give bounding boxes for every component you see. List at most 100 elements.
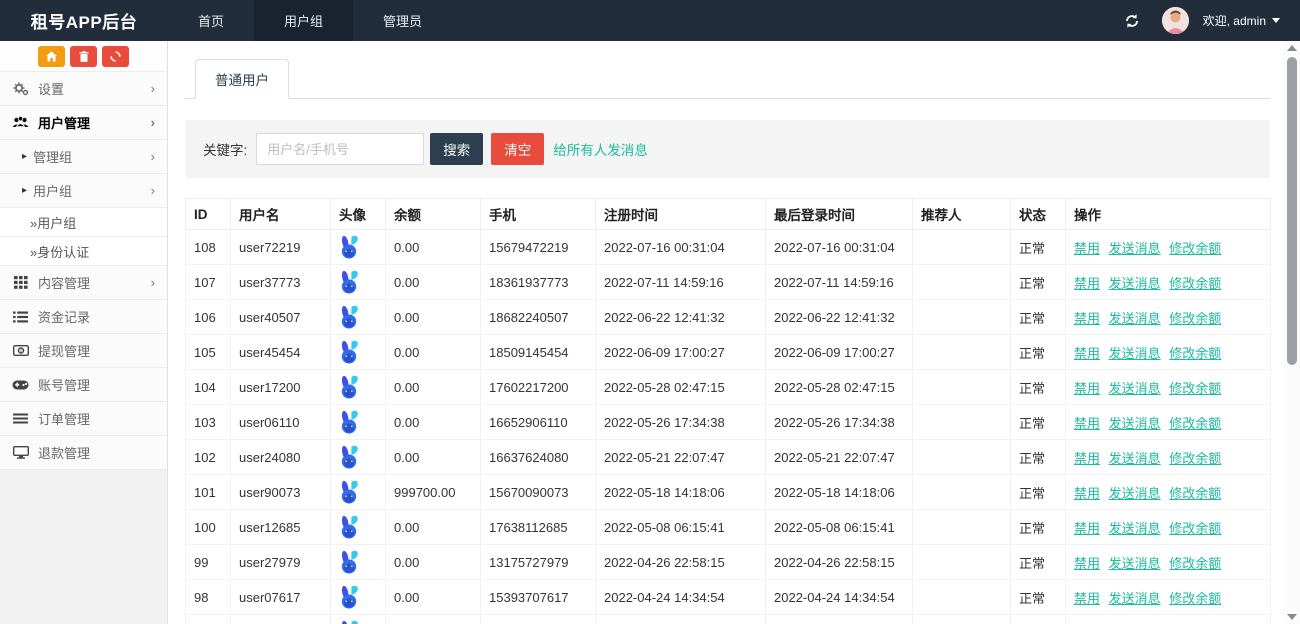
cell-last-login: 2022-05-08 06:15:41 — [766, 510, 913, 545]
sidebar-item-user-group[interactable]: ▸ 用户组 › — [0, 174, 167, 208]
cell-registered: 2022-06-09 17:00:27 — [596, 335, 766, 370]
vertical-scrollbar[interactable] — [1284, 41, 1300, 624]
rabbit-avatar-icon — [339, 410, 359, 434]
refresh-icon[interactable] — [1124, 13, 1140, 29]
cell-phone: 18361937773 — [481, 265, 596, 300]
recycle-button[interactable] — [102, 46, 129, 67]
cell-balance: 0.00 — [386, 510, 481, 545]
send-message-link[interactable]: 发送消息 — [1109, 556, 1161, 571]
welcome-dropdown[interactable]: 欢迎, admin — [1203, 12, 1280, 29]
users-icon — [12, 116, 29, 129]
nav-tab-user-group[interactable]: 用户组 — [254, 0, 353, 41]
send-message-link[interactable]: 发送消息 — [1109, 381, 1161, 396]
table-row: 98 user07617 0.00 — [186, 580, 1271, 615]
sidebar-item-content-management[interactable]: 内容管理 › — [0, 266, 167, 300]
column-header: ID — [186, 199, 231, 230]
modify-balance-link[interactable]: 修改余额 — [1169, 241, 1221, 256]
modify-balance-link[interactable]: 修改余额 — [1169, 521, 1221, 536]
cell-actions: 禁用 发送消息 修改余额 — [1066, 370, 1271, 405]
clear-button[interactable]: 清空 — [491, 133, 544, 165]
nav-tab-home[interactable]: 首页 — [168, 0, 254, 41]
scrollbar-up-arrow-icon[interactable] — [1287, 45, 1297, 51]
cell-id: 100 — [186, 510, 231, 545]
disable-link[interactable]: 禁用 — [1074, 451, 1100, 466]
modify-balance-link[interactable]: 修改余额 — [1169, 451, 1221, 466]
disable-link[interactable]: 禁用 — [1074, 521, 1100, 536]
modify-balance-link[interactable]: 修改余额 — [1169, 416, 1221, 431]
modify-balance-link[interactable]: 修改余额 — [1169, 381, 1221, 396]
cell-registered: 2022-06-22 12:41:32 — [596, 300, 766, 335]
broadcast-message-link[interactable]: 给所有人发消息 — [553, 139, 648, 159]
user-avatar[interactable] — [1162, 7, 1189, 34]
search-button[interactable]: 搜索 — [430, 133, 483, 165]
disable-link[interactable]: 禁用 — [1074, 311, 1100, 326]
send-message-link[interactable]: 发送消息 — [1109, 346, 1161, 361]
cell-id: 101 — [186, 475, 231, 510]
send-message-link[interactable]: 发送消息 — [1109, 486, 1161, 501]
table-row: 108 user72219 0.00 — [186, 230, 1271, 265]
cell-last-login: 2022-06-22 12:41:32 — [766, 300, 913, 335]
modify-balance-link[interactable]: 修改余额 — [1169, 346, 1221, 361]
column-header: 操作 — [1066, 199, 1271, 230]
tab-normal-users[interactable]: 普通用户 — [195, 59, 289, 99]
modify-balance-link[interactable]: 修改余额 — [1169, 276, 1221, 291]
scrollbar-thumb[interactable] — [1287, 57, 1297, 365]
sidebar-item-fund-records[interactable]: 资金记录 — [0, 300, 167, 334]
cell-referrer — [913, 300, 1011, 335]
rabbit-avatar-icon — [339, 550, 359, 574]
cell-last-login: 2022-05-28 02:47:15 — [766, 370, 913, 405]
disable-link[interactable]: 禁用 — [1074, 346, 1100, 361]
cell-avatar — [331, 545, 386, 580]
sidebar-item-refund-management[interactable]: 退款管理 — [0, 436, 167, 470]
disable-link[interactable]: 禁用 — [1074, 591, 1100, 606]
send-message-link[interactable]: 发送消息 — [1109, 276, 1161, 291]
modify-balance-link[interactable]: 修改余额 — [1169, 486, 1221, 501]
disable-link[interactable]: 禁用 — [1074, 486, 1100, 501]
cell-avatar — [331, 475, 386, 510]
cell-balance: 0.00 — [386, 580, 481, 615]
cell-phone — [481, 615, 596, 624]
cell-registered: 2022-04-24 14:34:54 — [596, 580, 766, 615]
sidebar-item-settings[interactable]: 设置 › — [0, 72, 167, 106]
disable-link[interactable]: 禁用 — [1074, 276, 1100, 291]
cell-registered: 2022-05-26 17:34:38 — [596, 405, 766, 440]
disable-link[interactable]: 禁用 — [1074, 241, 1100, 256]
column-header: 推荐人 — [913, 199, 1011, 230]
send-message-link[interactable]: 发送消息 — [1109, 521, 1161, 536]
disable-link[interactable]: 禁用 — [1074, 556, 1100, 571]
sidebar-item-withdrawal-management[interactable]: 0 提现管理 — [0, 334, 167, 368]
disable-link[interactable]: 禁用 — [1074, 416, 1100, 431]
modify-balance-link[interactable]: 修改余额 — [1169, 311, 1221, 326]
cell-referrer — [913, 265, 1011, 300]
rabbit-avatar-icon — [339, 515, 359, 539]
cogs-icon — [12, 82, 29, 96]
sidebar-item-order-management[interactable]: 订单管理 — [0, 402, 167, 436]
scrollbar-down-arrow-icon[interactable] — [1287, 614, 1297, 620]
send-message-link[interactable]: 发送消息 — [1109, 241, 1161, 256]
sidebar-item-admin-group[interactable]: ▸ 管理组 › — [0, 140, 167, 174]
modify-balance-link[interactable]: 修改余额 — [1169, 591, 1221, 606]
keyword-input[interactable] — [256, 133, 424, 165]
cell-status: 正常 — [1011, 475, 1066, 510]
cell-status: 正常 — [1011, 300, 1066, 335]
trash-icon — [79, 51, 89, 62]
cell-phone: 18682240507 — [481, 300, 596, 335]
chevron-right-icon: › — [151, 275, 155, 290]
send-message-link[interactable]: 发送消息 — [1109, 416, 1161, 431]
sidebar-item-user-management[interactable]: 用户管理 › — [0, 106, 167, 140]
modify-balance-link[interactable]: 修改余额 — [1169, 556, 1221, 571]
sidebar-item-account-management[interactable]: 账号管理 — [0, 368, 167, 402]
disable-link[interactable]: 禁用 — [1074, 381, 1100, 396]
trash-button[interactable] — [70, 46, 97, 67]
send-message-link[interactable]: 发送消息 — [1109, 451, 1161, 466]
home-button[interactable] — [38, 46, 65, 67]
table-row: 101 user90073 9997 — [186, 475, 1271, 510]
sidebar-item-identity-auth[interactable]: »身份认证 — [0, 237, 167, 266]
send-message-link[interactable]: 发送消息 — [1109, 591, 1161, 606]
cell-phone: 15679472219 — [481, 230, 596, 265]
sidebar-item-label: 管理组 — [33, 147, 72, 166]
sidebar-item-user-group-sub[interactable]: »用户组 — [0, 208, 167, 237]
navbar-right: 欢迎, admin — [1124, 0, 1300, 41]
send-message-link[interactable]: 发送消息 — [1109, 311, 1161, 326]
nav-tab-admin[interactable]: 管理员 — [353, 0, 452, 41]
